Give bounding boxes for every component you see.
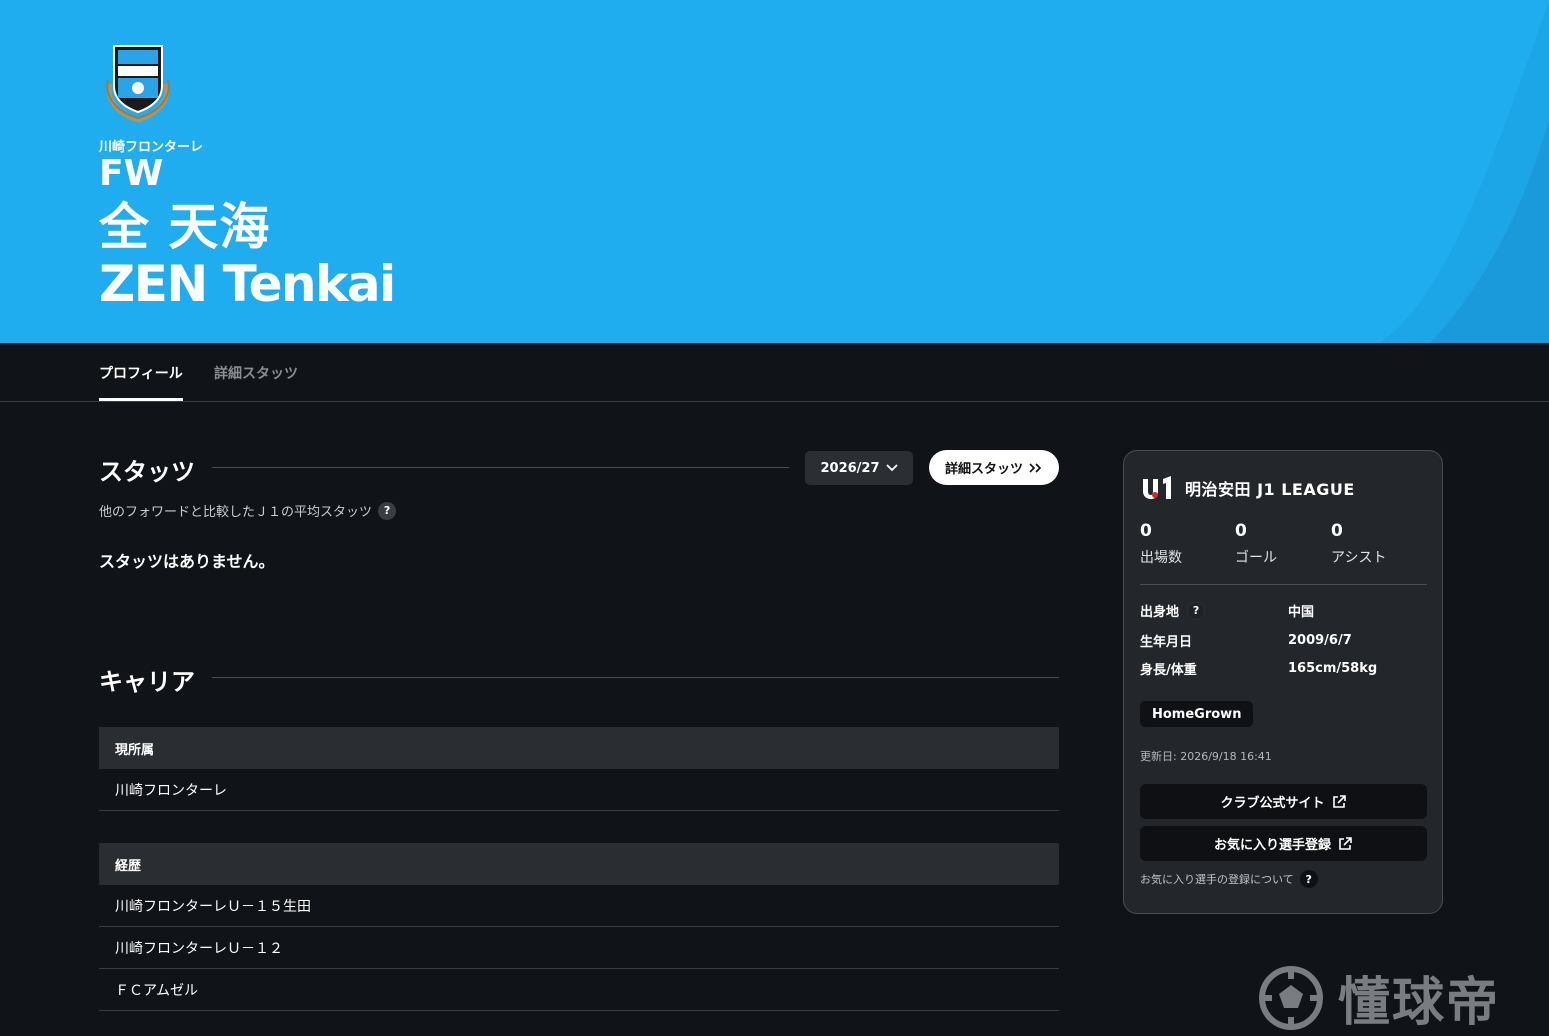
homegrown-badge: HomeGrown xyxy=(1140,701,1254,727)
player-position: FW xyxy=(99,153,164,194)
tab-detailed-stats[interactable]: 詳細スタッツ xyxy=(214,363,298,383)
watermark-text: 懂球帝 xyxy=(1338,973,1501,1033)
stats-comparison-text: 他のフォワードと比較したＪ１の平均スタッツ xyxy=(99,505,373,520)
stat-value: 0 xyxy=(1331,521,1343,541)
player-name-japanese: 全 天海 xyxy=(99,198,271,256)
no-stats-message: スタッツはありません。 xyxy=(99,552,275,571)
assists-stat: 0 アシスト xyxy=(1331,521,1386,567)
birthdate-label: 生年月日 xyxy=(1140,635,1193,650)
stats-section-title: スタッツ xyxy=(99,458,195,486)
watermark: 懂球帝 xyxy=(1258,960,1500,1035)
career-row: 川崎フロンターレＵ－１５生田 xyxy=(99,885,1059,927)
birthplace-value: 中国 xyxy=(1288,605,1315,620)
info-label: 出身地 ? xyxy=(1140,601,1288,620)
season-select-value: 2026/27 xyxy=(820,460,880,476)
tab-profile[interactable]: プロフィール xyxy=(99,363,183,401)
player-name-english: ZEN Tenkai xyxy=(99,255,396,313)
club-site-button[interactable]: クラブ公式サイト xyxy=(1140,784,1427,819)
player-hero-banner: 川崎フロンターレ FW 全 天海 ZEN Tenkai xyxy=(0,0,1549,343)
stat-value: 0 xyxy=(1235,521,1247,541)
current-club-header: 現所属 xyxy=(99,727,1059,769)
chevron-down-icon xyxy=(885,464,898,472)
updated-timestamp: 更新日: 2026/9/18 16:41 xyxy=(1140,750,1272,763)
birthplace-row: 出身地 ? 中国 xyxy=(1140,601,1427,620)
birthdate-value: 2009/6/7 xyxy=(1288,633,1352,648)
external-link-icon xyxy=(1332,794,1346,808)
season-select[interactable]: 2026/27 xyxy=(805,451,913,485)
stat-value: 0 xyxy=(1140,521,1152,541)
career-row: 川崎フロンターレ xyxy=(99,769,1059,811)
goals-stat: 0 ゴール xyxy=(1235,521,1277,567)
career-history-table: 経歴 川崎フロンターレＵ－１５生田 川崎フロンターレＵ－１２ ＦＣアムゼル xyxy=(99,843,1059,1011)
club-site-button-label: クラブ公式サイト xyxy=(1220,796,1325,811)
career-section-title: キャリア xyxy=(99,668,195,696)
profile-tabs: プロフィール 詳細スタッツ xyxy=(0,343,1549,402)
stat-label: アシスト xyxy=(1331,550,1387,566)
double-chevron-right-icon xyxy=(1029,462,1042,473)
birthdate-row: 生年月日 2009/6/7 xyxy=(1140,631,1427,650)
league-name: 明治安田 J1 LEAGUE xyxy=(1185,480,1355,499)
card-divider xyxy=(1140,584,1427,585)
favorite-player-button-label: お気に入り選手登録 xyxy=(1213,838,1331,853)
help-icon[interactable]: ? xyxy=(1299,870,1318,888)
favorite-player-button[interactable]: お気に入り選手登録 xyxy=(1140,826,1427,861)
appearances-stat: 0 出場数 xyxy=(1140,521,1182,567)
detailed-stats-button-label: 詳細スタッツ xyxy=(944,462,1023,477)
stats-section-divider xyxy=(212,467,789,468)
height-weight-label: 身長/体重 xyxy=(1140,663,1197,678)
help-icon[interactable]: ? xyxy=(378,501,397,520)
help-icon[interactable]: ? xyxy=(1187,601,1206,620)
birthplace-label: 出身地 xyxy=(1140,605,1180,620)
career-row: 川崎フロンターレＵ－１２ xyxy=(99,927,1059,969)
stat-label: ゴール xyxy=(1235,550,1277,566)
player-info-card: 明治安田 J1 LEAGUE 0 出場数 0 ゴール 0 アシスト 出身地 ? … xyxy=(1123,450,1443,914)
career-row: ＦＣアムゼル xyxy=(99,969,1059,1011)
current-club-table: 現所属 川崎フロンターレ xyxy=(99,727,1059,811)
external-link-icon xyxy=(1339,836,1352,850)
detailed-stats-button[interactable]: 詳細スタッツ xyxy=(929,450,1059,485)
stat-label: 出場数 xyxy=(1140,550,1182,566)
club-crest-icon xyxy=(106,45,170,122)
career-history-header: 経歴 xyxy=(99,843,1059,885)
favorite-about-text: お気に入り選手の登録について xyxy=(1140,873,1294,886)
j1-league-icon xyxy=(1143,476,1171,499)
league-logo: 明治安田 J1 LEAGUE xyxy=(1141,475,1355,501)
favorite-about-note: お気に入り選手の登録について ? xyxy=(1140,870,1318,888)
career-section-divider xyxy=(212,677,1059,678)
height-weight-row: 身長/体重 165cm/58kg xyxy=(1140,659,1427,678)
height-weight-value: 165cm/58kg xyxy=(1288,661,1378,676)
stats-comparison-note: 他のフォワードと比較したＪ１の平均スタッツ ? xyxy=(99,501,397,520)
soccer-ball-icon xyxy=(1259,965,1323,1030)
